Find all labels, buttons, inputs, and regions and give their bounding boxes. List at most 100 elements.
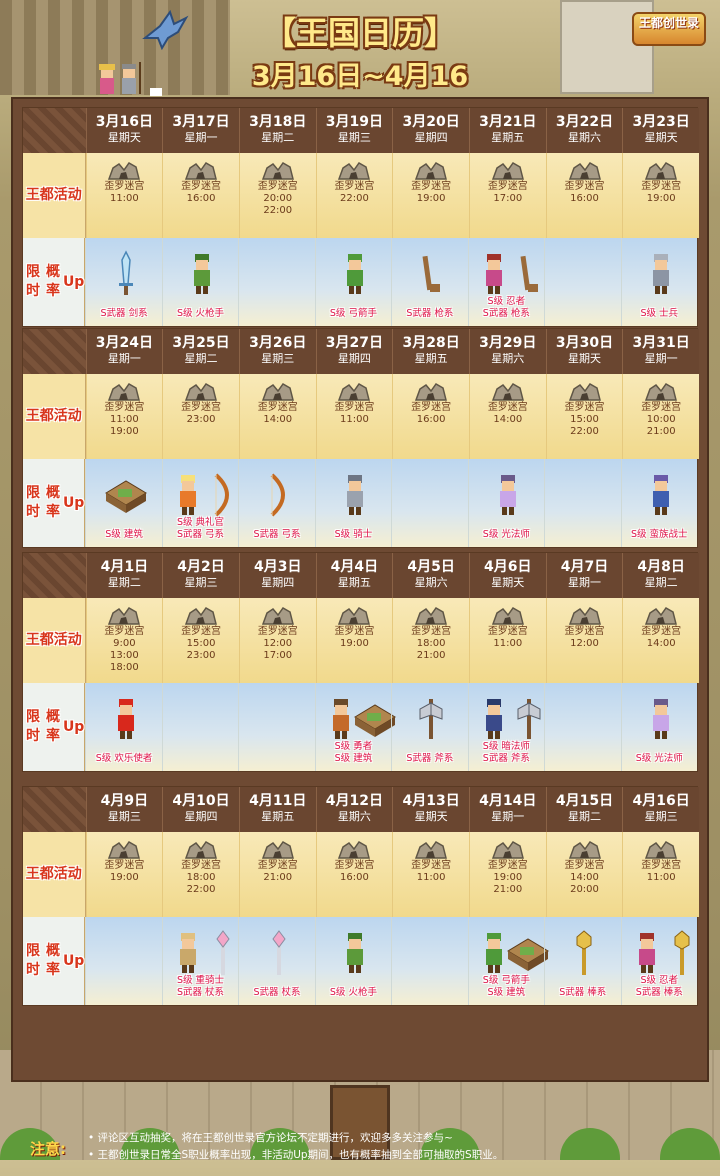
rate-up-cell[interactable]: S级 火枪手 <box>314 917 391 1005</box>
rate-up-text: S级 光法师 <box>469 529 544 541</box>
event-cell[interactable]: 歪罗迷宫 14:00 20:00 <box>545 832 623 917</box>
event-cell[interactable]: 歪罗迷宫 9:00 13:00 18:00 <box>85 598 163 683</box>
event-time: 11:00 <box>493 638 523 649</box>
event-name: 歪罗迷宫 <box>181 860 222 871</box>
date-cell: 4月16日 星期三 <box>622 787 699 832</box>
event-cell[interactable]: 歪罗迷宫 11:00 <box>392 832 469 917</box>
event-row: 王都 活动 歪罗迷宫 11:00 19:00 歪罗迷宫 23:00 歪罗迷宫 14:00 歪罗迷宫… <box>23 374 699 459</box>
rate-up-cell[interactable]: S级 光法师 <box>620 683 697 771</box>
event-cell[interactable]: 歪罗迷宫 18:00 22:00 <box>162 832 239 917</box>
rate-up-cell[interactable]: S级 光法师 <box>467 459 544 547</box>
date-cell: 3月27日 星期四 <box>315 329 393 374</box>
rate-up-cell[interactable]: S武器 弓系 <box>238 459 314 547</box>
spear-icon <box>416 250 446 298</box>
up-label-line: 概率 <box>45 485 60 520</box>
event-cell[interactable]: 歪罗迷宫 16:00 <box>392 374 469 459</box>
date-label: 4月2日 <box>177 559 225 575</box>
rate-up-cell[interactable]: S武器 棒系 <box>544 917 620 1005</box>
event-cell[interactable]: 歪罗迷宫 14:00 <box>238 374 316 459</box>
rate-up-cell[interactable]: S级 暗法师 S武器 斧系 <box>467 683 544 771</box>
event-cell[interactable]: 歪罗迷宫 11:00 <box>315 374 393 459</box>
rate-up-cell <box>391 917 467 1005</box>
rate-up-cell[interactable]: S级 勇者 S级 建筑 <box>314 683 396 771</box>
dungeon-icon <box>568 839 602 859</box>
rate-up-cell <box>544 238 620 326</box>
rate-up-cell[interactable]: S武器 杖系 <box>238 917 314 1005</box>
dungeon-icon <box>337 839 371 859</box>
event-cell[interactable]: 歪罗迷宫 14:00 <box>622 598 699 683</box>
title-main: 【王国日历】 <box>263 14 456 52</box>
event-cell[interactable]: 歪罗迷宫 12:00 <box>545 598 623 683</box>
rate-up-cell[interactable]: S级 欢乐使者 <box>85 683 161 771</box>
event-cell[interactable]: 歪罗迷宫 19:00 <box>85 832 163 917</box>
event-row-label: 王都 活动 <box>23 153 86 238</box>
event-time: 14:00 <box>263 414 293 425</box>
event-cell[interactable]: 歪罗迷宫 16:00 <box>162 153 239 238</box>
event-name: 歪罗迷宫 <box>411 626 452 637</box>
rate-up-text: S武器 剑系 <box>86 308 161 320</box>
event-time: 16:00 <box>570 193 599 204</box>
rate-up-cell[interactable]: S级 士兵 <box>620 238 697 326</box>
rate-up-text: S武器 枪系 <box>392 308 467 320</box>
up-label-line: 限时 <box>25 485 40 520</box>
date-label: 3月26日 <box>249 335 307 351</box>
dungeon-icon <box>644 839 678 859</box>
event-name: 歪罗迷宫 <box>181 181 222 192</box>
event-cell[interactable]: 歪罗迷宫 11:00 <box>85 153 163 238</box>
event-cell[interactable]: 歪罗迷宫 11:00 <box>622 832 699 917</box>
event-time: 16:00 <box>416 414 446 425</box>
hero-green-icon <box>340 929 370 977</box>
rate-up-text: S级 士兵 <box>622 308 697 320</box>
event-cell[interactable]: 歪罗迷宫 12:00 17:00 <box>238 598 316 683</box>
weekday-label: 星期二 <box>261 131 295 144</box>
rate-up-cell[interactable]: S级 蛮族战士 <box>620 459 697 547</box>
event-time: 14:00 <box>646 638 676 649</box>
dungeon-icon <box>414 160 448 180</box>
event-row-label: 王都 活动 <box>23 598 86 683</box>
event-cell[interactable]: 歪罗迷宫 15:00 22:00 <box>545 374 623 459</box>
date-cell: 4月10日 星期四 <box>162 787 239 832</box>
rate-up-row-label: 限时 概率 Up <box>23 683 86 771</box>
rate-up-cell[interactable]: S级 典礼官 S武器 弓系 <box>161 459 238 547</box>
event-cell[interactable]: 歪罗迷宫 19:00 21:00 <box>468 832 546 917</box>
event-cell[interactable]: 歪罗迷宫 23:00 <box>162 374 239 459</box>
event-cell[interactable]: 歪罗迷宫 11:00 <box>468 598 546 683</box>
rate-up-cell[interactable]: S武器 斧系 <box>391 683 467 771</box>
rate-up-cell[interactable]: S级 骑士 <box>314 459 391 547</box>
event-cell[interactable]: 歪罗迷宫 19:00 <box>315 598 393 683</box>
event-cell[interactable]: 歪罗迷宫 18:00 21:00 <box>392 598 469 683</box>
rate-up-cell[interactable]: S级 弓箭手 S级 建筑 <box>467 917 549 1005</box>
event-cell[interactable]: 歪罗迷宫 20:00 22:00 <box>238 153 316 238</box>
rate-up-cell[interactable]: S级 重骑士 S武器 杖系 <box>161 917 238 1005</box>
event-name: 歪罗迷宫 <box>257 626 298 637</box>
rate-up-item: S武器 斧系 <box>406 753 454 764</box>
event-cell[interactable]: 歪罗迷宫 19:00 <box>392 153 469 238</box>
event-cell[interactable]: 歪罗迷宫 10:00 21:00 <box>622 374 699 459</box>
rate-up-cell[interactable]: S武器 剑系 <box>85 238 161 326</box>
event-cell[interactable]: 歪罗迷宫 21:00 <box>238 832 316 917</box>
rate-up-cell[interactable]: S级 弓箭手 <box>314 238 391 326</box>
rate-up-cell[interactable]: S级 忍者 S武器 棒系 <box>620 917 697 1005</box>
event-cell[interactable]: 歪罗迷宫 17:00 <box>468 153 546 238</box>
week-block: 3月16日 星期天 3月17日 星期一 3月18日 星期二 3月19日 星期三 3月20日 星期四… <box>22 107 699 327</box>
event-cell[interactable]: 歪罗迷宫 22:00 <box>315 153 393 238</box>
weekday-label: 星期一 <box>491 810 525 823</box>
event-cell[interactable]: 歪罗迷宫 14:00 <box>468 374 546 459</box>
event-cell[interactable]: 歪罗迷宫 16:00 <box>315 832 393 917</box>
mace-icon <box>569 929 599 977</box>
event-cell[interactable]: 歪罗迷宫 15:00 23:00 <box>162 598 239 683</box>
rate-up-cell[interactable]: S级 火枪手 <box>161 238 238 326</box>
rate-up-cell[interactable]: S武器 枪系 <box>391 238 467 326</box>
rate-up-text: S武器 棒系 <box>545 987 620 999</box>
event-cell[interactable]: 歪罗迷宫 11:00 19:00 <box>85 374 163 459</box>
event-cell[interactable]: 歪罗迷宫 16:00 <box>545 153 623 238</box>
weekday-label: 星期四 <box>261 576 295 589</box>
rate-up-cell[interactable]: S级 忍者 S武器 枪系 <box>467 238 544 326</box>
event-time: 21:00 <box>646 426 676 437</box>
event-time: 16:00 <box>340 872 369 883</box>
rate-up-cell[interactable]: S级 建筑 <box>85 459 161 547</box>
event-label-line: 活动 <box>53 866 82 882</box>
event-cell[interactable]: 歪罗迷宫 19:00 <box>622 153 699 238</box>
rate-up-item: S级 欢乐使者 <box>95 753 153 764</box>
date-label: 3月16日 <box>95 114 153 130</box>
